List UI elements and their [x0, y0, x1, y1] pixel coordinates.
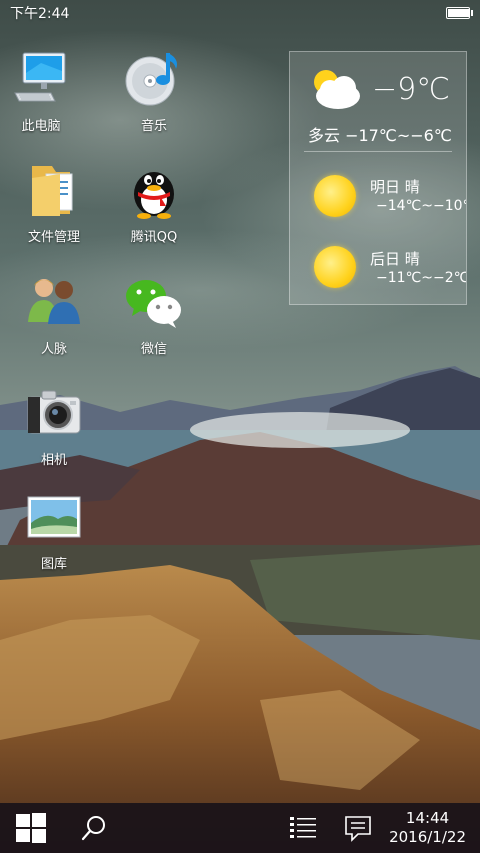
notification-icon [345, 816, 371, 842]
task-list-icon [290, 817, 316, 838]
qq-penguin-icon [134, 172, 174, 219]
forecast-day: 后日 晴 [370, 250, 420, 268]
forecast-range: −11℃~−2℃ [376, 270, 467, 286]
search-icon [81, 816, 105, 841]
wechat-icon [126, 280, 181, 328]
notifications-button[interactable] [338, 803, 378, 853]
app-camera[interactable]: 相机 [4, 383, 104, 468]
weather-widget[interactable]: −9℃ 多云 −17℃~−6℃ 明日 晴 −14℃~−10℃ 后日 晴 −11℃… [289, 51, 467, 305]
camera-icon [27, 390, 81, 434]
forecast-day: 明日 晴 [370, 178, 420, 196]
task-view-button[interactable] [284, 803, 322, 853]
contacts-icon [28, 279, 80, 324]
current-temperature: −9℃ [372, 72, 450, 107]
app-contacts[interactable]: 人脉 [4, 272, 104, 357]
app-music[interactable]: 音乐 [104, 49, 204, 134]
start-button[interactable] [10, 803, 52, 853]
app-label: 人脉 [40, 342, 67, 357]
status-bar: 下午2:44 [0, 0, 480, 26]
taskbar-clock[interactable]: 14:44 2016/1/22 [389, 809, 466, 847]
app-label: 腾讯QQ [130, 230, 178, 245]
app-qq[interactable]: 腾讯QQ [104, 160, 204, 245]
app-label: 图库 [40, 557, 67, 572]
sunny-icon [314, 246, 356, 288]
app-gallery[interactable]: 图库 [4, 487, 104, 572]
folder-icon [32, 166, 73, 216]
clock-time: 14:44 [405, 809, 450, 827]
music-icon [125, 53, 177, 106]
taskbar: 14:44 2016/1/22 [0, 803, 480, 853]
gallery-icon [27, 496, 81, 538]
partly-cloudy-icon [314, 70, 360, 109]
app-file-manager[interactable]: 文件管理 [4, 160, 104, 245]
clock-date: 2016/1/22 [389, 828, 466, 846]
app-label: 相机 [40, 453, 67, 468]
status-time: 下午2:44 [10, 6, 70, 22]
forecast-range: −14℃~−10℃ [376, 198, 466, 214]
app-label: 文件管理 [27, 230, 80, 245]
battery-icon [446, 7, 473, 19]
app-label: 此电脑 [21, 119, 61, 134]
app-label: 微信 [140, 342, 167, 357]
app-label: 音乐 [140, 119, 167, 134]
computer-icon [14, 52, 66, 102]
weather-divider [304, 151, 452, 152]
search-button[interactable] [74, 803, 114, 853]
battery-fill [448, 9, 470, 17]
app-wechat[interactable]: 微信 [104, 272, 204, 357]
windows-start-icon [16, 813, 46, 843]
current-conditions: 多云 −17℃~−6℃ [308, 126, 452, 145]
sunny-icon [314, 175, 356, 217]
app-this-pc[interactable]: 此电脑 [0, 49, 91, 134]
